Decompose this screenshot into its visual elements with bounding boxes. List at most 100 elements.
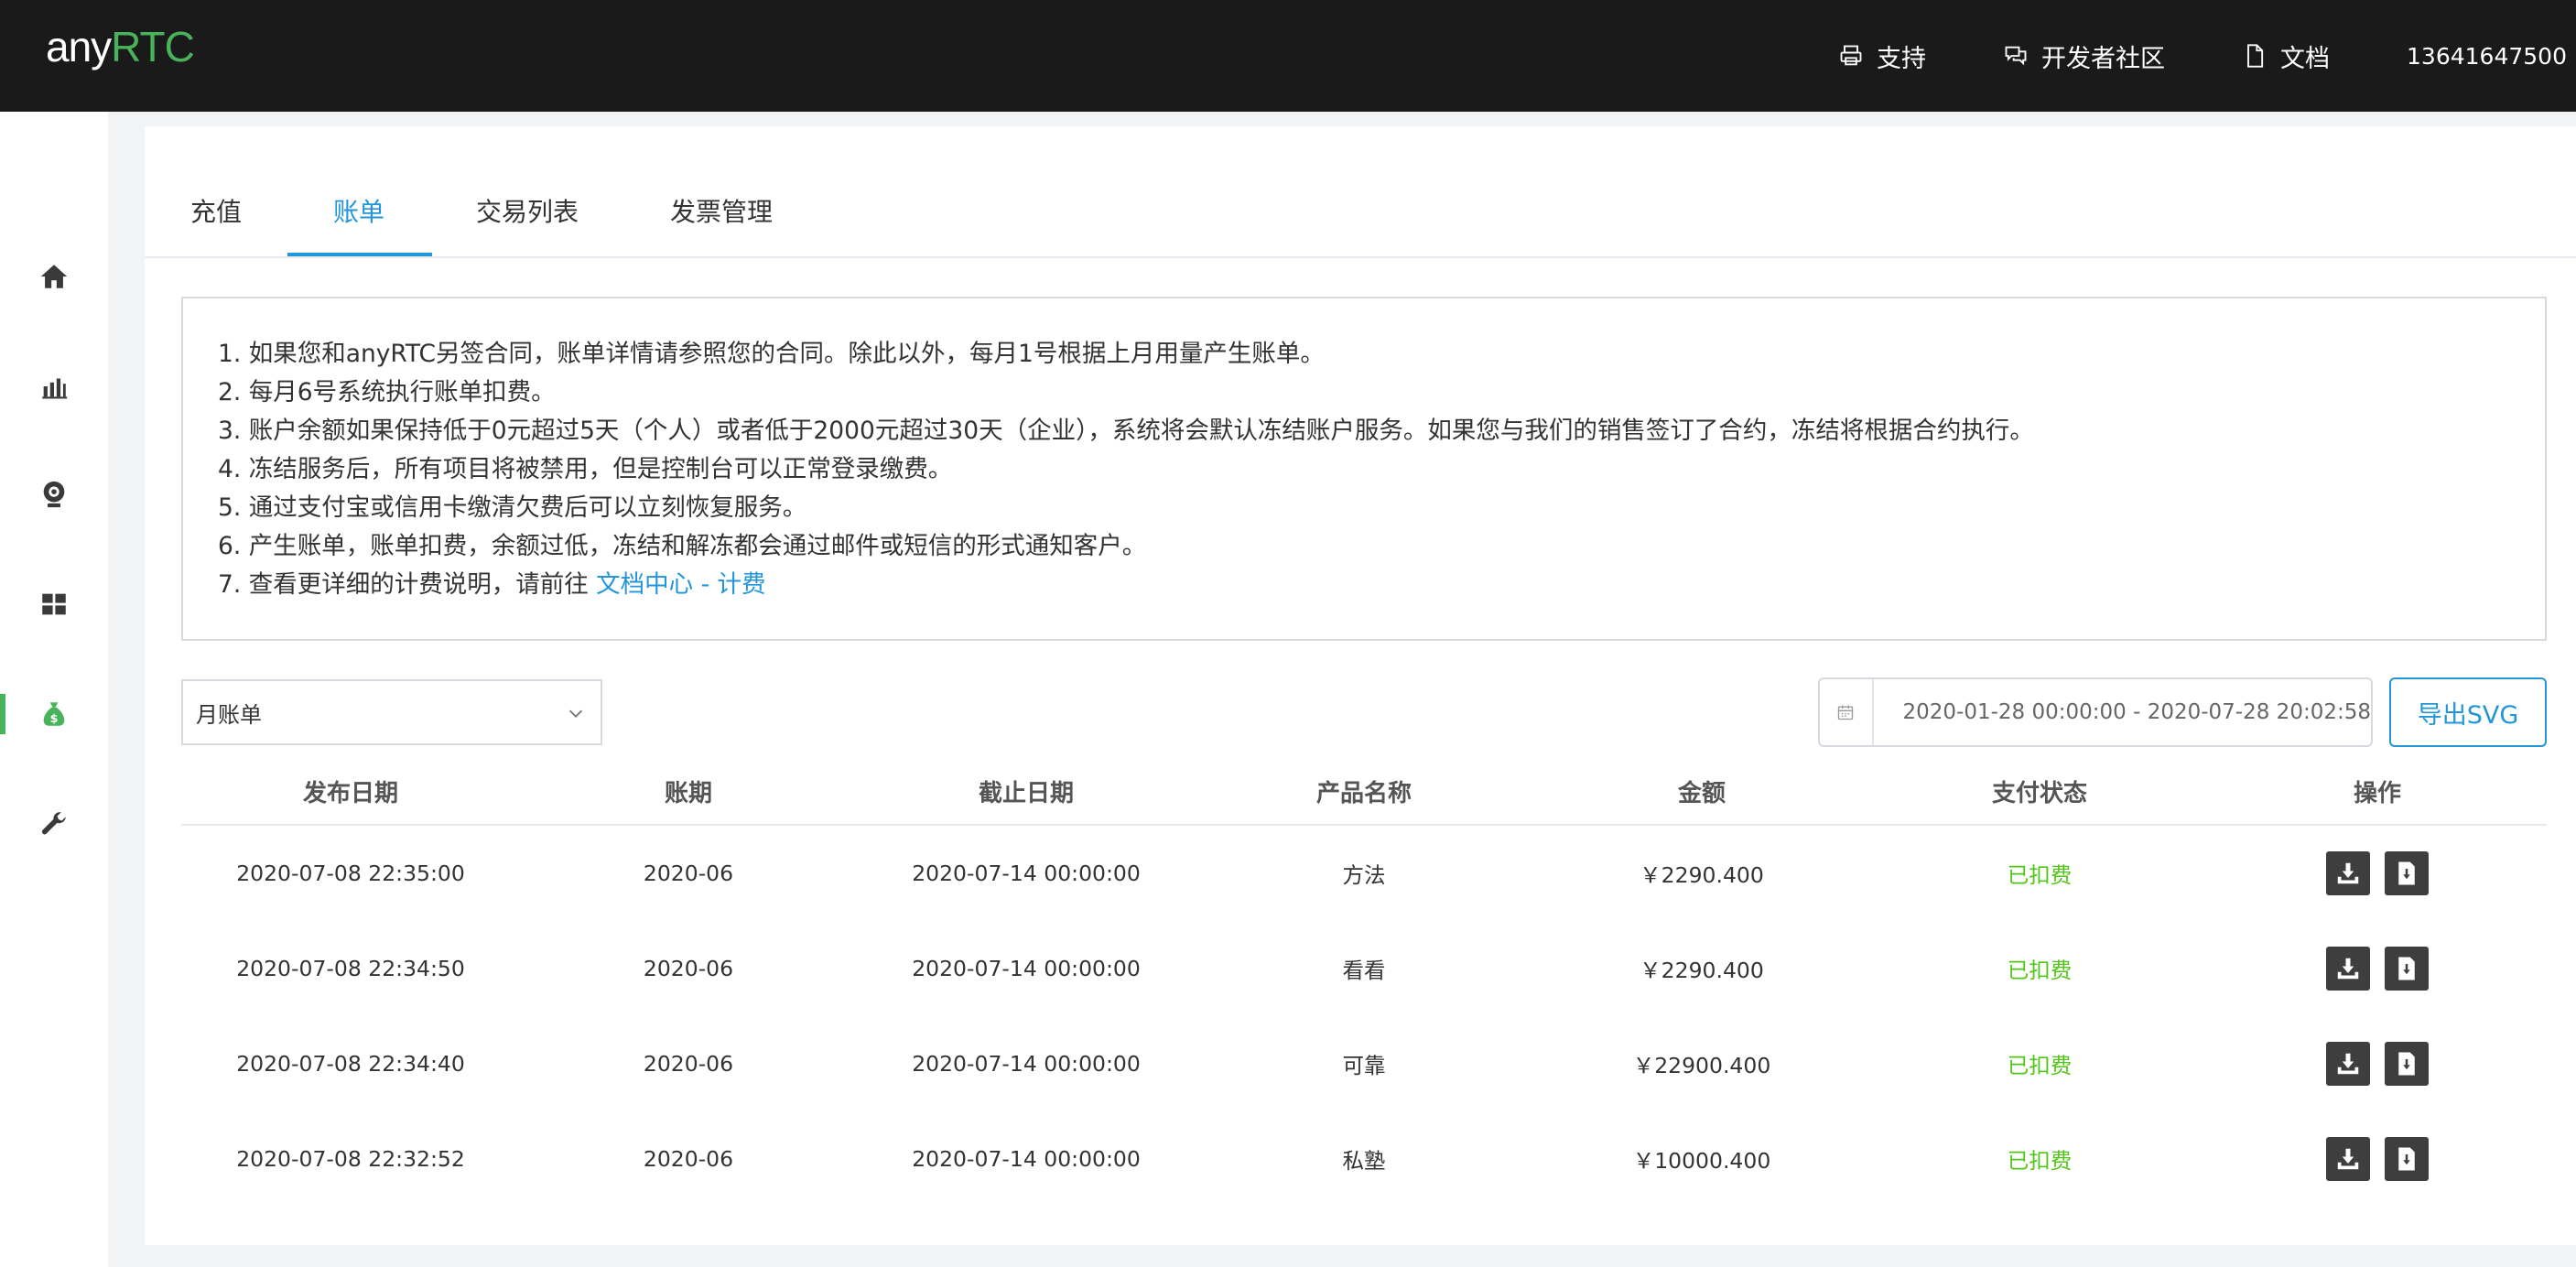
sidebar-item-tools[interactable]: [0, 787, 108, 861]
anyrtc-logo[interactable]: anyRTC: [46, 22, 195, 77]
money-bag-icon: $: [43, 702, 65, 726]
download-file-button[interactable]: [2385, 1042, 2429, 1086]
column-header-period: 账期: [664, 779, 712, 807]
cell-deadline: 2020-07-14 00:00:00: [912, 861, 1141, 886]
download-icon: [2337, 1148, 2359, 1170]
date-range-picker[interactable]: 2020-01-28 00:00:00 - 2020-07-28 20:02:5…: [1818, 677, 2373, 747]
file-download-icon: [2398, 957, 2415, 980]
table-row: 2020-07-08 22:34:50 2020-06 2020-07-14 0…: [181, 921, 2547, 1016]
notice-line: 6. 产生账单，账单扣费，余额过低，冻结和解冻都会通过邮件或短信的形式通知客户。: [218, 532, 1147, 560]
cell-status: 已扣费: [2007, 1053, 2073, 1078]
sidebar-item-projects[interactable]: [0, 568, 108, 641]
user-account[interactable]: 13641647500: [2407, 43, 2567, 70]
sidebar-item-finance[interactable]: $: [0, 677, 108, 751]
cell-period: 2020-06: [643, 861, 734, 886]
cell-publish-date: 2020-07-08 22:34:40: [236, 1051, 465, 1077]
download-button[interactable]: [2326, 947, 2370, 991]
table-row: 2020-07-08 22:35:00 2020-06 2020-07-14 0…: [181, 826, 2547, 921]
notice-line: 2. 每月6号系统执行账单扣费。: [218, 378, 556, 406]
cell-actions: [2208, 921, 2547, 1016]
cell-status: 已扣费: [2007, 862, 2073, 888]
nav-support-label: 支持: [1877, 44, 1927, 73]
cell-actions: [2208, 1111, 2547, 1207]
sidebar-item-home[interactable]: [0, 240, 108, 313]
notice-line: 4. 冻结服务后，所有项目将被禁用，但是控制台可以正常登录缴费。: [218, 455, 953, 483]
file-download-icon: [2398, 861, 2415, 885]
logo-any: any: [46, 23, 112, 70]
download-icon: [2337, 862, 2359, 884]
nav-docs[interactable]: 文档: [2242, 38, 2330, 74]
calendar-button[interactable]: [1820, 679, 1874, 745]
top-nav: 支持 开发者社区 文档 13641647500: [1838, 0, 2576, 112]
cell-product: 方法: [1342, 862, 1386, 888]
column-header-actions: 操作: [2353, 779, 2401, 807]
cell-publish-date: 2020-07-08 22:32:52: [236, 1146, 465, 1172]
cell-actions: [2208, 826, 2547, 921]
chat-icon: [2005, 46, 2027, 66]
cell-amount: ￥2290.400: [1640, 958, 1764, 983]
table-row: 2020-07-08 22:32:52 2020-06 2020-07-14 0…: [181, 1111, 2547, 1207]
download-button[interactable]: [2326, 851, 2370, 895]
export-svg-button[interactable]: 导出SVG: [2389, 677, 2547, 747]
download-icon: [2337, 1053, 2359, 1075]
billing-docs-link[interactable]: 文档中心 - 计费: [596, 570, 765, 599]
bar-chart-icon: [42, 378, 68, 399]
cell-actions: [2208, 1016, 2547, 1111]
tab-invoice[interactable]: 发票管理: [670, 192, 773, 229]
cell-status: 已扣费: [2007, 1148, 2073, 1174]
column-header-status: 支付状态: [1991, 779, 2087, 807]
bill-type-select[interactable]: 月账单: [181, 679, 602, 745]
wrench-icon: [41, 812, 66, 835]
cell-deadline: 2020-07-14 00:00:00: [912, 1146, 1141, 1172]
download-file-button[interactable]: [2385, 851, 2429, 895]
cell-amount: ￥10000.400: [1632, 1148, 1771, 1174]
notice-line-last: 7. 查看更详细的计费说明，请前往 文档中心 - 计费: [218, 566, 2545, 604]
tab-bill[interactable]: 账单: [333, 192, 384, 229]
webcam-icon: [43, 481, 65, 508]
billing-notice: 1. 如果您和anyRTC另签合同，账单详情请参照您的合同。除此以外，每月1号根…: [181, 297, 2547, 641]
document-icon: [2247, 44, 2264, 68]
logo-rtc: RTC: [111, 23, 195, 70]
notice-line: 3. 账户余额如果保持低于0元超过5天（个人）或者低于2000元超过30天（企业…: [218, 417, 2034, 445]
date-range-value: 2020-01-28 00:00:00 - 2020-07-28 20:02:5…: [1902, 700, 2371, 724]
table-row: 2020-07-08 22:34:40 2020-06 2020-07-14 0…: [181, 1016, 2547, 1111]
tab-recharge[interactable]: 充值: [190, 192, 242, 229]
cell-publish-date: 2020-07-08 22:35:00: [236, 861, 465, 886]
tab-bar: 充值 账单 交易列表 发票管理: [145, 126, 2576, 258]
svg-text:$: $: [50, 712, 59, 726]
download-file-button[interactable]: [2385, 1137, 2429, 1181]
column-header-product: 产品名称: [1315, 779, 1412, 807]
notice-line: 5. 通过支付宝或信用卡缴清欠费后可以立刻恢复服务。: [218, 493, 807, 522]
nav-community[interactable]: 开发者社区: [2003, 38, 2165, 74]
column-header-amount: 金额: [1677, 779, 1726, 807]
download-button[interactable]: [2326, 1137, 2370, 1181]
cell-amount: ￥22900.400: [1632, 1053, 1771, 1078]
notice-line: 1. 如果您和anyRTC另签合同，账单详情请参照您的合同。除此以外，每月1号根…: [218, 340, 1325, 368]
tab-transactions[interactable]: 交易列表: [476, 192, 579, 229]
notice-last-prefix: 7. 查看更详细的计费说明，请前往: [218, 570, 597, 599]
cell-period: 2020-06: [643, 1146, 734, 1172]
file-download-icon: [2398, 1052, 2415, 1076]
download-button[interactable]: [2326, 1042, 2370, 1086]
cell-publish-date: 2020-07-08 22:34:50: [236, 956, 465, 981]
table-header: 发布日期 账期 截止日期 产品名称 金额 支付状态 操作: [181, 758, 2547, 826]
nav-docs-label: 文档: [2280, 44, 2331, 73]
file-download-icon: [2398, 1147, 2415, 1171]
column-header-deadline: 截止日期: [978, 779, 1074, 807]
download-icon: [2337, 958, 2359, 980]
billing-card: 充值 账单 交易列表 发票管理 1. 如果您和anyRTC另签合同，账单详情请参…: [145, 126, 2576, 1245]
active-tab-indicator: [287, 253, 432, 256]
download-file-button[interactable]: [2385, 947, 2429, 991]
sidebar-item-live[interactable]: [0, 458, 108, 531]
nav-support[interactable]: 支持: [1838, 38, 1926, 74]
home-icon: [40, 265, 68, 288]
sidebar: $: [0, 112, 108, 1267]
calendar-icon: [1838, 705, 1854, 720]
cell-product: 看看: [1342, 958, 1386, 983]
bill-type-value: 月账单: [196, 701, 262, 728]
column-header-publish-date: 发布日期: [302, 779, 398, 807]
cell-deadline: 2020-07-14 00:00:00: [912, 1051, 1141, 1077]
cell-period: 2020-06: [643, 956, 734, 981]
grid-icon: [42, 593, 66, 615]
sidebar-item-stats[interactable]: [0, 350, 108, 423]
